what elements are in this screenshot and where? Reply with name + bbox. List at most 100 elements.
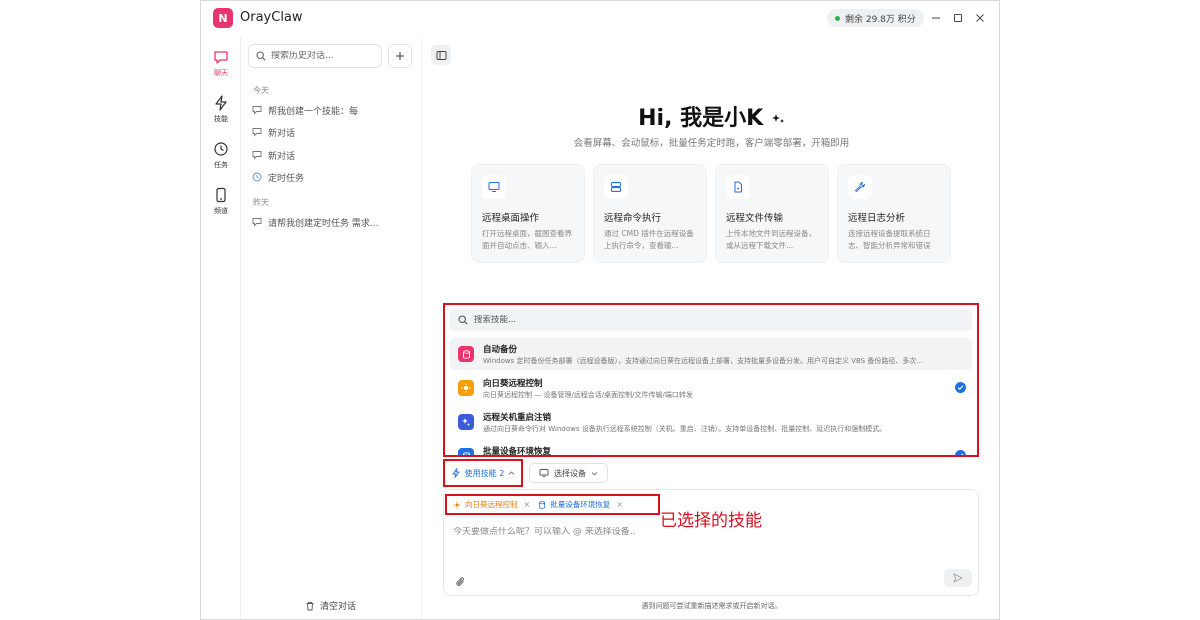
credit-text: 剩余 29.8万 积分	[845, 14, 916, 25]
chat-bubble-icon	[252, 128, 262, 137]
conversation-item[interactable]: 新对话	[252, 123, 412, 141]
checkmark-icon	[955, 382, 966, 393]
selected-skills: 向日葵远程控制 × 批量设备环境恢复 ×	[445, 494, 660, 515]
remove-chip-icon[interactable]: ×	[524, 500, 531, 509]
rail-label: 任务	[214, 161, 228, 169]
skill-search-input[interactable]	[474, 315, 774, 325]
rail-label: 技能	[214, 115, 228, 123]
wrench-icon	[848, 175, 872, 199]
main-area: Hi, 我是小K 会看屏幕、会动鼠标，批量任务定时跑，客户端零部署，开箱即用 远…	[423, 37, 999, 619]
conversation-title: 帮我创建一个技能：每	[268, 106, 359, 117]
search-icon	[256, 51, 266, 61]
app-title: OrayClaw	[240, 10, 303, 25]
capability-card[interactable]: 远程命令执行 通过 CMD 插件在远程设备上执行命令，查看输...	[593, 164, 707, 263]
minimize-icon[interactable]	[928, 10, 944, 26]
search-icon	[458, 315, 468, 325]
card-title: 远程命令执行	[604, 213, 662, 224]
conversation-title: 新对话	[268, 151, 296, 162]
card-description: 打开远程桌面，截图查看界面并自动点击、输入...	[482, 229, 572, 250]
conversation-item[interactable]: 定时任务	[252, 168, 412, 186]
conversation-title: 请帮我创建定时任务 需求...	[268, 218, 379, 229]
skill-item[interactable]: 向日葵远程控制 向日葵远程控制 — 设备管理/远程会话/桌面控制/文件传输/端口…	[450, 372, 972, 404]
skill-name: 自动备份	[483, 345, 518, 355]
chat-bubble-icon	[252, 106, 262, 115]
sun-icon	[453, 500, 461, 509]
card-description: 上传本地文件到远程设备，或从远程下载文件...	[726, 229, 816, 250]
app-window: N OrayClaw 剩余 29.8万 积分 聊天 技能 任务 频道 搜索历史对…	[200, 0, 1000, 620]
capability-card[interactable]: 远程桌面操作 打开远程桌面，截图查看界面并自动点击、输入...	[471, 164, 585, 263]
chip-label: 批量设备环境恢复	[550, 500, 611, 509]
skill-name: 远程关机重启注销	[483, 413, 552, 423]
attachment-icon[interactable]	[455, 573, 469, 587]
remove-chip-icon[interactable]: ×	[616, 500, 623, 509]
skill-name: 向日葵远程控制	[483, 379, 543, 389]
conversation-item[interactable]: 请帮我创建定时任务 需求...	[252, 213, 412, 231]
database-icon	[458, 346, 474, 362]
maximize-icon[interactable]	[950, 10, 966, 26]
rail-item-channels[interactable]: 频道	[201, 187, 241, 221]
card-description: 连接远程设备提取系统日志、智能分析异常和错误	[848, 229, 931, 250]
clear-label: 清空对话	[320, 602, 357, 612]
skill-description: 通过向日葵命令行对 Windows 设备执行远程系统控制（关机、重启、注销）。支…	[483, 425, 887, 433]
hero-title-text: Hi, 我是小K	[638, 106, 764, 131]
select-device-label: 选择设备	[554, 468, 586, 478]
skill-description: Windows 定时备份任务部署（远程设备版），支持通过向日葵在远程设备上部署，…	[483, 357, 924, 365]
app-logo: N	[213, 8, 233, 28]
use-skill-button[interactable]: 使用技能 2	[443, 459, 523, 487]
monitor-icon	[539, 469, 549, 478]
rail-label: 频道	[214, 207, 228, 215]
chat-bubble-icon	[252, 218, 262, 227]
sidebar-toggle-button[interactable]	[431, 45, 451, 65]
checkmark-icon	[955, 450, 966, 455]
skill-picker-panel: 自动备份 Windows 定时备份任务部署（远程设备版），支持通过向日葵在远程设…	[443, 303, 979, 457]
group-label-today: 今天	[253, 86, 269, 95]
chevron-down-icon	[591, 471, 598, 476]
rail-label: 聊天	[214, 69, 228, 77]
server-icon	[604, 175, 628, 199]
capability-card[interactable]: 远程文件传输 上传本地文件到远程设备，或从远程下载文件...	[715, 164, 829, 263]
send-button[interactable]	[944, 569, 972, 587]
selected-skill-chip[interactable]: 批量设备环境恢复 ×	[538, 499, 623, 510]
credit-badge[interactable]: 剩余 29.8万 积分	[827, 9, 924, 27]
rail-item-tasks[interactable]: 任务	[201, 141, 241, 175]
history-sidebar: 今天 帮我创建一个技能：每 新对话 新对话 定时任务 昨天 请帮我创建定时任务 …	[242, 37, 422, 619]
skill-search[interactable]	[450, 309, 972, 331]
hero-subtitle: 会看屏幕、会动鼠标，批量任务定时跑，客户端零部署，开箱即用	[573, 138, 850, 149]
clear-conversations-button[interactable]: 清空对话	[305, 599, 356, 612]
panel-toggle-icon	[436, 50, 446, 60]
conversation-item[interactable]: 新对话	[252, 146, 412, 164]
sparkle-icon	[458, 414, 474, 430]
close-icon[interactable]	[972, 10, 988, 26]
sun-icon	[458, 380, 474, 396]
skill-item[interactable]: 批量设备环境恢复	[450, 440, 972, 455]
selected-skill-chip[interactable]: 向日葵远程控制 ×	[453, 499, 530, 510]
rail-item-chat[interactable]: 聊天	[201, 49, 241, 83]
title-bar: N OrayClaw 剩余 29.8万 积分	[201, 1, 999, 37]
card-title: 远程文件传输	[726, 213, 784, 224]
sparkle-icon	[771, 114, 784, 123]
capability-card[interactable]: 远程日志分析 连接远程设备提取系统日志、智能分析异常和错误	[837, 164, 951, 263]
monitor-icon	[482, 175, 506, 199]
select-device-button[interactable]: 选择设备	[529, 463, 608, 483]
annotation-label: 已选择的技能	[660, 511, 762, 531]
chip-label: 向日葵远程控制	[465, 500, 518, 509]
skill-description: 向日葵远程控制 — 设备管理/远程会话/桌面控制/文件传输/端口转发	[483, 391, 693, 399]
chat-bubble-icon	[252, 151, 262, 160]
conversation-item[interactable]: 帮我创建一个技能：每	[252, 101, 412, 119]
send-icon	[953, 573, 963, 583]
card-title: 远程桌面操作	[482, 213, 540, 224]
lightning-icon	[452, 468, 460, 478]
trash-icon	[306, 601, 314, 610]
history-search[interactable]	[248, 44, 382, 68]
use-skill-label: 使用技能 2	[464, 468, 505, 478]
nav-rail: 聊天 技能 任务 频道	[201, 37, 241, 619]
rail-item-skills[interactable]: 技能	[201, 95, 241, 129]
skill-item[interactable]: 远程关机重启注销 通过向日葵命令行对 Windows 设备执行远程系统控制（关机…	[450, 406, 972, 438]
database-icon	[539, 500, 546, 509]
skill-item[interactable]: 自动备份 Windows 定时备份任务部署（远程设备版），支持通过向日葵在远程设…	[450, 338, 972, 370]
database-icon	[458, 448, 474, 455]
new-chat-button[interactable]	[388, 44, 412, 68]
card-description: 通过 CMD 插件在远程设备上执行命令，查看输...	[604, 229, 694, 250]
history-search-input[interactable]	[271, 51, 371, 61]
chevron-up-icon	[508, 470, 515, 475]
